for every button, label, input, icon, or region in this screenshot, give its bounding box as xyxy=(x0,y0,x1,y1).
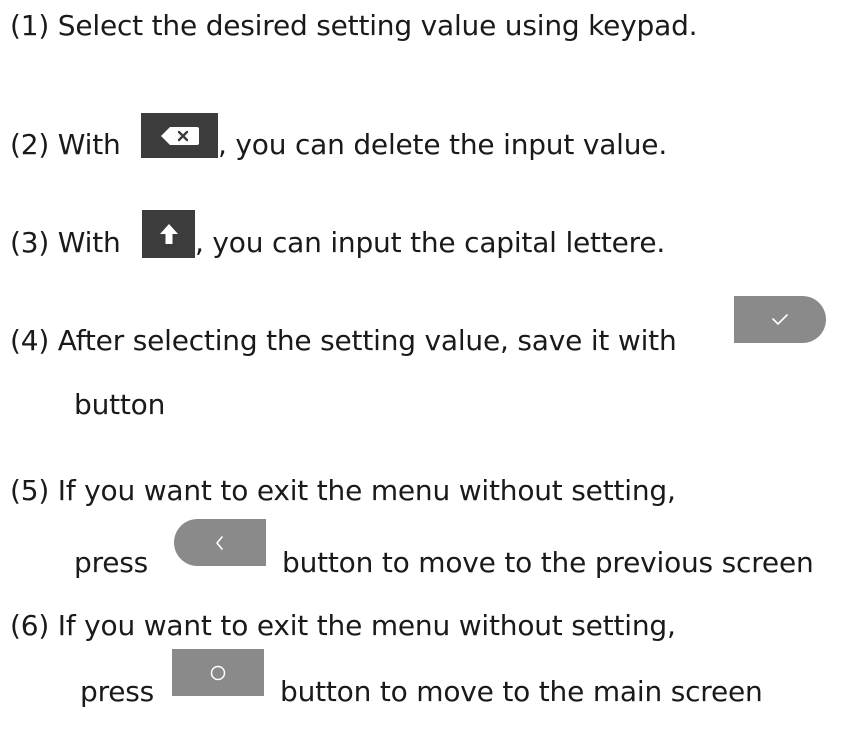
backspace-icon xyxy=(160,126,199,145)
step-6-prefix: press xyxy=(80,675,155,708)
step-5-prefix: press xyxy=(74,546,149,579)
step-5-suffix: button to move to the previous screen xyxy=(282,546,814,579)
step-6-suffix: button to move to the main screen xyxy=(280,675,763,708)
back-button[interactable] xyxy=(174,519,266,566)
shift-arrow-icon xyxy=(159,224,178,244)
step-3-suffix: , you can input the capital lettere. xyxy=(195,226,666,259)
confirm-button[interactable] xyxy=(734,296,826,343)
step-2-prefix: (2) With xyxy=(10,128,121,161)
circle-home-icon xyxy=(210,665,226,680)
step-2-suffix: , you can delete the input value. xyxy=(218,128,668,161)
step-4-line-1: (4) After selecting the setting value, s… xyxy=(10,324,677,357)
step-1-text: (1) Select the desired setting value usi… xyxy=(10,9,698,42)
step-5-line-1: (5) If you want to exit the menu without… xyxy=(10,474,676,507)
home-button[interactable] xyxy=(172,649,264,696)
step-4-line-2: button xyxy=(74,388,166,421)
step-6-line-1: (6) If you want to exit the menu without… xyxy=(10,609,676,642)
chevron-left-icon xyxy=(216,535,223,550)
step-3-prefix: (3) With xyxy=(10,226,121,259)
shift-key[interactable] xyxy=(142,210,195,258)
checkmark-icon xyxy=(772,313,788,325)
backspace-key[interactable] xyxy=(141,113,218,158)
